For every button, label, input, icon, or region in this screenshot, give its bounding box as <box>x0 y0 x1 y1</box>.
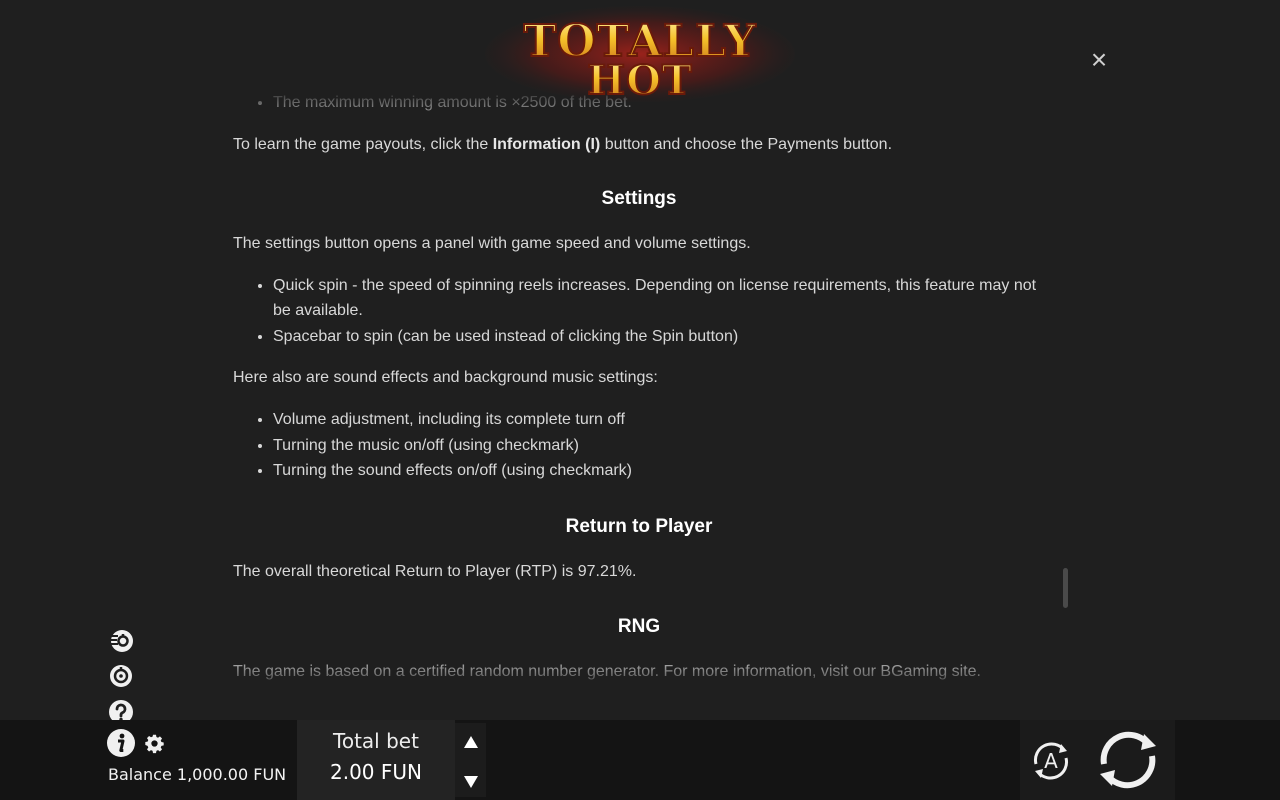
balance-display: Balance 1,000.00 FUN <box>108 765 286 784</box>
rtp-text: The overall theoretical Return to Player… <box>233 562 637 580</box>
gear-icon[interactable] <box>144 733 165 754</box>
spin-controls: A <box>1020 720 1175 800</box>
rtp-heading: Return to Player <box>565 515 713 537</box>
autoplay-label: A <box>1044 749 1058 773</box>
balance-label: Balance <box>108 765 172 784</box>
list-item: The maximum winning amount is ×2500 of t… <box>273 90 1045 116</box>
settings-heading: Settings <box>601 187 677 209</box>
increase-bet-button[interactable] <box>463 735 479 749</box>
list-item: Turning the sound effects on/off (using … <box>273 458 1045 484</box>
close-icon: × <box>1090 44 1108 75</box>
total-bet-value: 2.00 FUN <box>330 760 422 784</box>
list-item: Turning the music on/off (using checkmar… <box>273 433 1045 459</box>
balance-panel: Balance 1,000.00 FUN <box>0 720 297 800</box>
info-icon[interactable] <box>106 728 136 758</box>
spin-button[interactable] <box>1094 726 1162 794</box>
rng-text: The game is based on a certified random … <box>233 662 981 680</box>
total-bet-label: Total bet <box>333 729 419 753</box>
sound-intro: Here also are sound effects and backgrou… <box>233 369 658 386</box>
decrease-bet-button[interactable] <box>463 775 479 789</box>
close-button[interactable]: × <box>1086 44 1112 75</box>
sound-icon[interactable] <box>108 663 134 689</box>
scrollbar[interactable] <box>1063 568 1068 608</box>
information-link-text: Information (I) <box>492 135 601 153</box>
balance-value: 1,000.00 FUN <box>176 765 287 784</box>
list-item: Spacebar to spin (can be used instead of… <box>273 324 1045 350</box>
quick-spin-icon[interactable] <box>108 627 134 653</box>
settings-intro: The settings button opens a panel with g… <box>233 234 751 252</box>
bet-stepper <box>455 723 486 797</box>
rules-content[interactable]: The maximum winning amount is ×2500 of t… <box>233 88 1045 692</box>
side-icon-column <box>108 627 134 735</box>
bottom-bar: Balance 1,000.00 FUN Total bet 2.00 FUN … <box>0 720 1280 800</box>
rng-heading: RNG <box>617 615 661 637</box>
list-item: Quick spin - the speed of spinning reels… <box>273 273 1045 324</box>
list-item: Volume adjustment, including its complet… <box>273 407 1045 433</box>
autoplay-button[interactable]: A <box>1028 738 1074 784</box>
bet-panel: Total bet 2.00 FUN <box>297 720 455 800</box>
payouts-paragraph: To learn the game payouts, click the Inf… <box>233 135 893 153</box>
